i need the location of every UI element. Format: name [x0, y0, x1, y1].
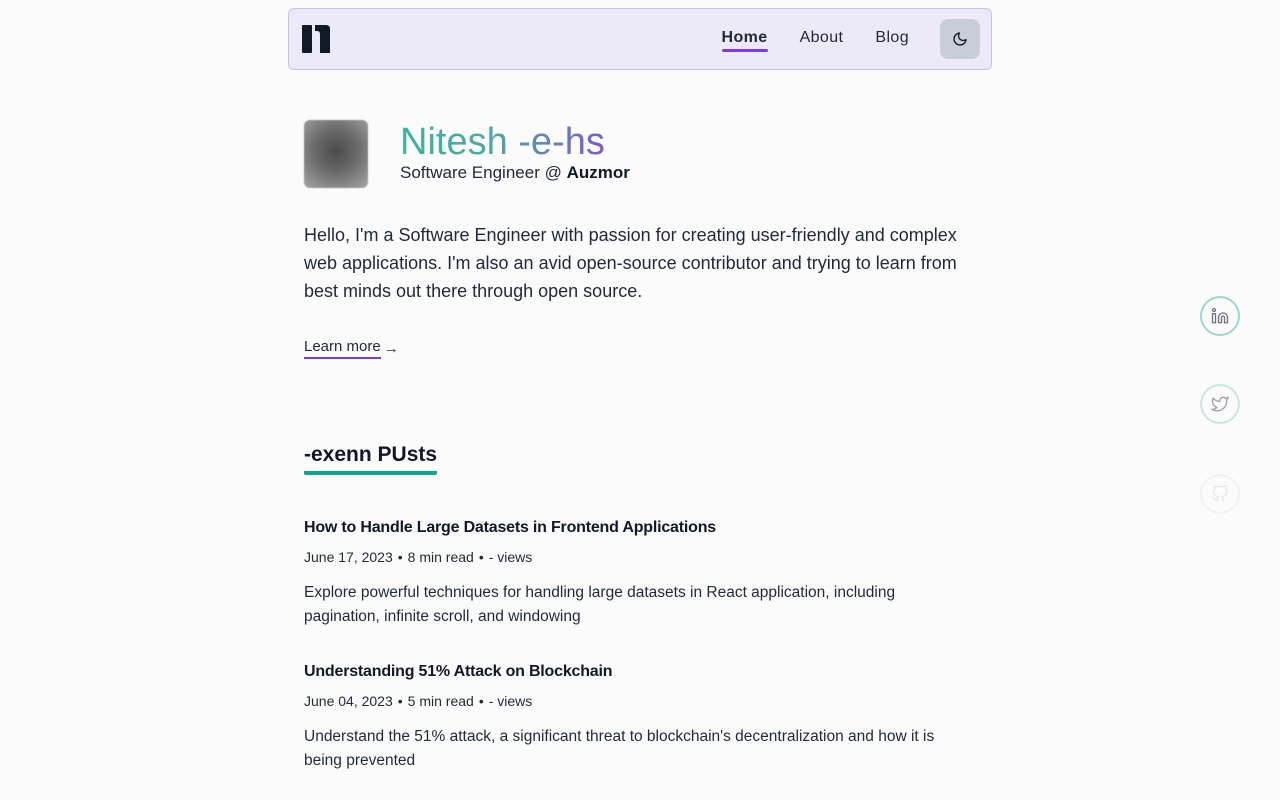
- post-item: Understanding 51% Attack on Blockchain J…: [304, 662, 964, 773]
- post-description: Explore powerful techniques for handling…: [304, 584, 896, 625]
- hero-bio: Hello, I'm a Software Engineer with pass…: [304, 225, 957, 301]
- moon-icon: [953, 32, 967, 46]
- theme-toggle-button[interactable]: [940, 19, 980, 59]
- post-meta: June 17, 2023 • 8 min read • - views: [304, 548, 964, 566]
- post-title-link[interactable]: How to Handle Large Datasets in Frontend…: [304, 518, 964, 538]
- post-read-time: 8 min read: [407, 549, 474, 565]
- post-title-link[interactable]: Understanding 51% Attack on Blockchain: [304, 662, 964, 682]
- linkedin-icon: [1211, 307, 1229, 324]
- hero-company: Auzmor: [566, 163, 630, 182]
- github-link[interactable]: [1200, 474, 1240, 514]
- top-navbar: Home About Blog: [288, 8, 992, 70]
- nav-link-blog[interactable]: Blog: [875, 29, 909, 49]
- post-date: June 04, 2023: [304, 693, 393, 709]
- twitter-icon: [1211, 396, 1229, 412]
- post-description: Understand the 51% attack, a significant…: [304, 728, 935, 769]
- meta-separator: •: [397, 549, 403, 565]
- post-item: How to Handle Large Datasets in Frontend…: [304, 518, 964, 629]
- meta-separator: •: [478, 693, 484, 709]
- nav-link-home[interactable]: Home: [721, 29, 768, 52]
- nav-link-about[interactable]: About: [800, 29, 844, 49]
- brand-logo-icon[interactable]: [301, 24, 331, 54]
- meta-separator: •: [397, 693, 403, 709]
- learn-more-link[interactable]: Learn more →: [304, 337, 399, 359]
- post-date: June 17, 2023: [304, 549, 393, 565]
- hero-role-title: Software Engineer @: [400, 163, 567, 182]
- hero-role: Software Engineer @ Auzmor: [400, 163, 630, 183]
- twitter-link[interactable]: [1200, 384, 1240, 424]
- post-meta: June 04, 2023 • 5 min read • - views: [304, 692, 964, 710]
- post-views: - views: [488, 549, 533, 565]
- section-title-posts: -exenn PUsts: [304, 441, 438, 475]
- post-views: - views: [488, 693, 533, 709]
- hero-name: Nitesh -e-hs: [400, 118, 605, 166]
- github-icon: [1211, 485, 1228, 503]
- arrow-right-icon: →: [383, 339, 399, 357]
- linkedin-link[interactable]: [1200, 296, 1240, 336]
- learn-more-label: Learn more: [304, 337, 381, 359]
- post-read-time: 5 min read: [407, 693, 474, 709]
- nav-links: Home About Blog: [690, 19, 980, 59]
- avatar: [304, 120, 368, 188]
- meta-separator: •: [478, 549, 484, 565]
